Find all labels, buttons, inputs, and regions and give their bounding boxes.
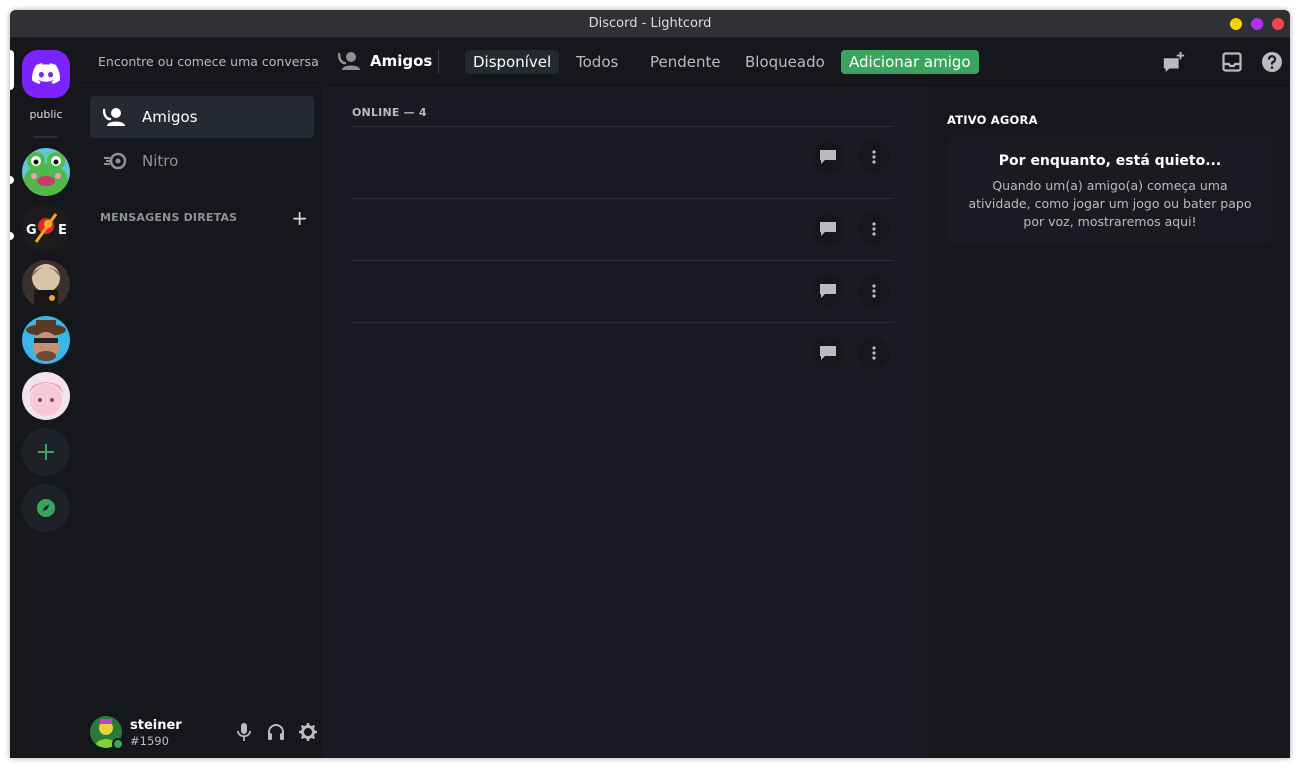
- vertical-dots-icon: [872, 346, 876, 360]
- friends-icon: [102, 105, 128, 129]
- more-options-button[interactable]: [858, 275, 890, 307]
- friends-header: Amigos Disponível Todos Pendente Bloquea…: [322, 38, 1290, 86]
- explore-servers-button[interactable]: [22, 484, 70, 532]
- inbox-icon: [1222, 52, 1242, 72]
- unread-indicator: [10, 176, 14, 184]
- server-divider: [34, 136, 58, 138]
- user-panel: steiner #1590: [82, 706, 322, 758]
- frog-avatar: [22, 148, 70, 196]
- cowboy-avatar: [22, 316, 70, 364]
- pink-avatar: [22, 372, 70, 420]
- search-placeholder: Encontre ou comece uma conversa: [98, 54, 319, 69]
- server-pink[interactable]: [22, 372, 70, 420]
- svg-text:G: G: [26, 223, 37, 238]
- app-window: Discord - Lightcord public G E Encontre …: [10, 10, 1290, 758]
- inbox-button[interactable]: [1220, 50, 1244, 74]
- more-options-button[interactable]: [858, 337, 890, 369]
- friends-list: ONLINE — 4: [322, 86, 926, 758]
- user-discriminator: #1590: [130, 734, 169, 748]
- conversation-search[interactable]: Encontre ou comece uma conversa: [82, 38, 322, 86]
- nav-item-label: Amigos: [142, 108, 198, 126]
- minimize-button[interactable]: [1230, 18, 1242, 30]
- tab-online[interactable]: Disponível: [465, 50, 560, 74]
- username: steiner: [130, 718, 182, 733]
- new-message-icon: [1163, 51, 1185, 73]
- tab-pending[interactable]: Pendente: [642, 50, 729, 74]
- chat-bubble-icon: [820, 222, 836, 236]
- window-title: Discord - Lightcord: [588, 16, 712, 31]
- vertical-dots-icon: [872, 284, 876, 298]
- microphone-icon: [237, 723, 251, 741]
- create-dm-button[interactable]: +: [291, 206, 308, 230]
- friend-row[interactable]: [352, 198, 894, 260]
- dm-sidebar: Encontre ou comece uma conversa Amigos N…: [82, 38, 322, 758]
- help-button[interactable]: [1260, 50, 1284, 74]
- server-cowboy[interactable]: [22, 316, 70, 364]
- plus-icon: [38, 444, 54, 460]
- chat-bubble-icon: [820, 346, 836, 360]
- help-icon: [1262, 52, 1282, 72]
- gear-icon: [299, 723, 317, 741]
- mute-button[interactable]: [234, 722, 254, 742]
- active-now-description: Quando um(a) amigo(a) começa uma ativida…: [968, 178, 1252, 229]
- friend-row[interactable]: [352, 260, 894, 322]
- chat-bubble-icon: [820, 150, 836, 164]
- direct-messages-label: MENSAGENS DIRETAS: [100, 211, 238, 224]
- more-options-button[interactable]: [858, 213, 890, 245]
- home-button[interactable]: [22, 50, 70, 98]
- vertical-dots-icon: [872, 222, 876, 236]
- tab-blocked[interactable]: Bloqueado: [737, 50, 833, 74]
- svg-text:E: E: [58, 223, 67, 238]
- server-frog[interactable]: [22, 148, 70, 196]
- direct-messages-header: MENSAGENS DIRETAS +: [100, 206, 308, 230]
- home-label: public: [29, 108, 63, 121]
- vertical-dots-icon: [872, 150, 876, 164]
- maximize-button[interactable]: [1251, 18, 1263, 30]
- unread-indicator: [10, 232, 14, 240]
- chat-bubble-icon: [820, 284, 836, 298]
- close-button[interactable]: [1272, 18, 1284, 30]
- friends-icon: [338, 52, 360, 70]
- ge-avatar: G E: [22, 204, 70, 252]
- active-now-title: ATIVO AGORA: [947, 113, 1038, 127]
- online-status-dot: [112, 738, 124, 750]
- server-anime[interactable]: [22, 260, 70, 308]
- tab-all[interactable]: Todos: [568, 50, 626, 74]
- user-settings-button[interactable]: [298, 722, 318, 742]
- nitro-icon: [102, 149, 128, 173]
- add-server-button[interactable]: [22, 428, 70, 476]
- friend-row[interactable]: [352, 126, 894, 188]
- more-options-button[interactable]: [858, 141, 890, 173]
- page-title: Amigos: [370, 52, 433, 70]
- nav-item-label: Nitro: [142, 152, 179, 170]
- online-count-header: ONLINE — 4: [352, 106, 427, 119]
- headphones-icon: [268, 724, 284, 740]
- message-button[interactable]: [812, 213, 844, 245]
- server-list: public G E: [10, 38, 82, 758]
- friend-row[interactable]: [352, 322, 894, 384]
- title-bar[interactable]: Discord - Lightcord: [10, 10, 1290, 38]
- home-selected-indicator: [10, 50, 14, 90]
- active-now-heading: Por enquanto, está quieto...: [998, 153, 1222, 169]
- message-button[interactable]: [812, 141, 844, 173]
- message-button[interactable]: [812, 337, 844, 369]
- deafen-button[interactable]: [266, 722, 286, 742]
- nav-item-nitro[interactable]: Nitro: [90, 140, 314, 182]
- active-now-panel: ATIVO AGORA Por enquanto, está quieto...…: [926, 86, 1290, 758]
- new-group-dm-button[interactable]: [1162, 50, 1186, 74]
- message-button[interactable]: [812, 275, 844, 307]
- discord-logo-icon: [32, 63, 60, 84]
- compass-icon: [37, 499, 55, 517]
- active-now-empty-card: Por enquanto, está quieto... Quando um(a…: [947, 136, 1273, 244]
- anime-avatar: [22, 260, 70, 308]
- add-friend-button[interactable]: Adicionar amigo: [841, 50, 979, 74]
- header-divider: [438, 50, 439, 74]
- nav-item-friends[interactable]: Amigos: [90, 96, 314, 138]
- server-ge[interactable]: G E: [22, 204, 70, 252]
